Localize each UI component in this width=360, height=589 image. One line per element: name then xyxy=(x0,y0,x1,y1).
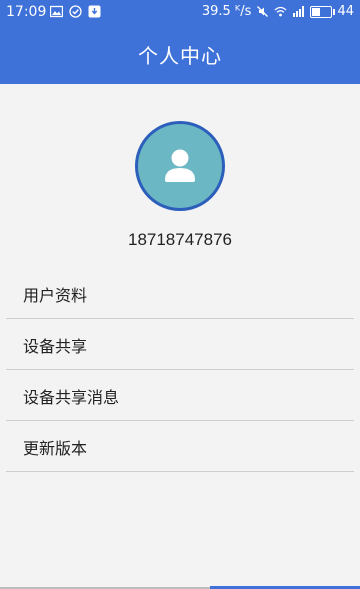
image-icon xyxy=(50,5,63,18)
battery-percent: 44 xyxy=(337,4,354,19)
mute-icon xyxy=(257,6,269,17)
page-title: 个人中心 xyxy=(138,44,222,68)
check-circle-icon xyxy=(69,5,82,18)
status-right: 39.5 ᴷ/s 44 xyxy=(202,4,354,19)
status-left-icons xyxy=(50,5,101,19)
status-bar: 17:09 39.5 ᴷ/s 44 xyxy=(0,0,360,24)
signal-icon xyxy=(293,6,305,17)
avatar-person-icon xyxy=(165,149,195,182)
menu-item-device-sharing[interactable]: 设备共享 xyxy=(6,319,354,370)
settings-menu: 用户资料 设备共享 设备共享消息 更新版本 xyxy=(6,268,354,472)
network-speed: 39.5 ᴷ/s xyxy=(201,4,252,19)
menu-item-label: 设备共享消息 xyxy=(23,388,120,407)
menu-item-label: 设备共享 xyxy=(23,337,88,356)
download-icon xyxy=(88,5,101,18)
header-bar: 17:09 39.5 ᴷ/s 44 个人中心 xyxy=(0,0,360,84)
user-avatar-icon[interactable] xyxy=(135,121,225,211)
wifi-icon xyxy=(275,6,287,17)
status-time: 17:09 xyxy=(6,4,47,20)
menu-item-update-version[interactable]: 更新版本 xyxy=(6,421,354,472)
battery-fill xyxy=(312,7,321,16)
menu-item-label: 用户资料 xyxy=(23,286,88,305)
phone-number: 18718747876 xyxy=(127,230,232,249)
battery-icon xyxy=(310,5,336,18)
menu-item-user-profile[interactable]: 用户资料 xyxy=(6,268,354,319)
menu-item-device-sharing-messages[interactable]: 设备共享消息 xyxy=(6,370,354,421)
menu-item-label: 更新版本 xyxy=(23,439,88,458)
